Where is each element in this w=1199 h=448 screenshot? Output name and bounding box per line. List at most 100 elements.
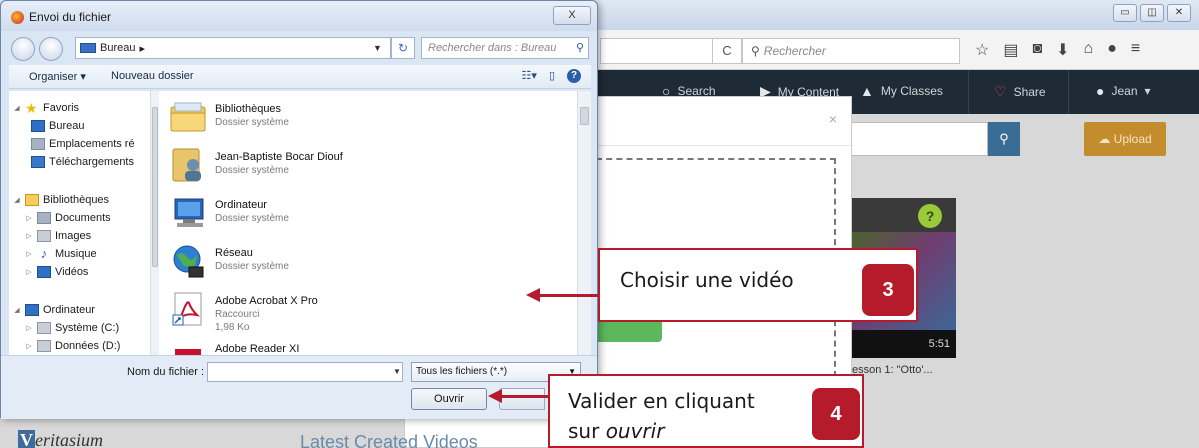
expand-icon[interactable]: ◢ (13, 196, 21, 204)
callout-4-line2-prefix: sur (568, 419, 606, 443)
help-icon[interactable]: ? (567, 69, 581, 83)
close-icon[interactable]: × (829, 111, 837, 127)
tree-item-label: Téléchargements (49, 156, 134, 168)
file-name: Adobe Reader XI (215, 343, 300, 355)
tree-libraries-label: Bibliothèques (43, 194, 110, 206)
nav-my-classes[interactable]: ▲ My Classes (860, 83, 943, 99)
refresh-icon[interactable]: ↻ (391, 37, 415, 59)
home-icon[interactable]: ⌂ (1084, 40, 1094, 60)
chat-icon[interactable]: ● (1107, 40, 1117, 60)
collapse-icon[interactable]: ▷ (25, 324, 33, 332)
tree-computer[interactable]: ◢ Ordinateur (13, 301, 95, 319)
file-item[interactable]: Jean-Baptiste Bocar Diouf Dossier systèm… (159, 141, 577, 189)
expand-icon[interactable]: ◢ (13, 104, 21, 112)
images-icon (37, 230, 51, 242)
dialog-search-placeholder: Rechercher dans : Bureau (428, 42, 557, 54)
tree-item-images[interactable]: ▷ Images (25, 227, 91, 245)
browse-button[interactable] (596, 322, 662, 342)
site-search-input[interactable] (840, 122, 988, 156)
collapse-icon[interactable]: ▷ (25, 232, 33, 240)
tree-item-recent-places[interactable]: Emplacements ré (31, 135, 135, 153)
search-icon: ⚲ (575, 42, 584, 54)
breadcrumb-chevron-icon[interactable]: ▸ (139, 42, 145, 55)
file-item[interactable]: Adobe Reader XI (159, 333, 577, 355)
filetype-value: Tous les fichiers (*.*) (416, 366, 508, 377)
file-size: 1,98 Ko (215, 322, 250, 333)
nav-divider (968, 70, 969, 114)
view-options-icon[interactable]: ☷▾ (522, 69, 537, 83)
pocket-icon[interactable]: ◙ (1032, 40, 1042, 60)
file-name: Jean-Baptiste Bocar Diouf (215, 151, 343, 163)
forward-button[interactable] (39, 37, 63, 61)
minimize-button[interactable]: ▭ (1113, 4, 1137, 22)
close-window-button[interactable]: ✕ (1167, 4, 1191, 22)
step-badge-3: 3 (862, 264, 914, 316)
dialog-close-button[interactable]: X (553, 6, 591, 25)
tree-item-desktop[interactable]: Bureau (31, 117, 84, 135)
tree-item-documents[interactable]: ▷ Documents (25, 209, 111, 227)
reading-list-icon[interactable]: ▤ (1003, 40, 1018, 60)
file-name: Réseau (215, 247, 253, 259)
address-dropdown-icon[interactable]: ▼ (373, 37, 382, 59)
file-item[interactable]: Ordinateur Dossier système (159, 189, 577, 237)
firefox-icon (11, 11, 24, 24)
file-item[interactable]: Réseau Dossier système (159, 237, 577, 285)
dialog-search-input[interactable]: Rechercher dans : Bureau ⚲ (421, 37, 589, 59)
preview-pane-icon[interactable]: ▯ (549, 69, 555, 83)
maximize-button[interactable]: ◫ (1140, 4, 1164, 22)
file-list-scrollbar[interactable] (577, 91, 591, 355)
collapse-icon[interactable]: ▷ (25, 342, 33, 350)
nav-user-menu[interactable]: ● Jean ▾ (1096, 83, 1151, 99)
collapse-icon[interactable]: ▷ (25, 268, 33, 276)
tree-item-label: Bureau (49, 120, 85, 132)
tree-item-music[interactable]: ▷ ♪ Musique (25, 245, 96, 263)
heart-icon: ♡ (994, 83, 1007, 99)
cancel-button[interactable] (499, 388, 545, 410)
address-bar[interactable]: Bureau ▸ (75, 37, 391, 59)
video-title[interactable]: esson 1: "Otto'... (852, 364, 956, 376)
new-folder-button[interactable]: Nouveau dossier (111, 70, 194, 82)
expand-icon[interactable]: ◢ (13, 306, 21, 314)
scrollbar-thumb[interactable] (580, 107, 589, 125)
window-controls: ▭ ◫ ✕ (1113, 4, 1191, 22)
pdf-reader-icon (175, 349, 201, 355)
file-item[interactable]: Bibliothèques Dossier système (159, 93, 577, 141)
tree-item-label: Documents (55, 212, 111, 224)
download-icon[interactable]: ⬇ (1056, 40, 1069, 60)
callout-3-text: Choisir une vidéo (620, 268, 794, 292)
nav-share[interactable]: ♡ Share (994, 83, 1046, 100)
back-button[interactable] (11, 37, 35, 61)
music-icon: ♪ (40, 246, 48, 261)
tree-item-data-drive[interactable]: ▷ Données (D:) (25, 337, 120, 355)
bookmark-star-icon[interactable]: ☆ (975, 40, 989, 60)
browser-search-input[interactable]: ⚲ Rechercher (742, 38, 960, 64)
tree-item-videos[interactable]: ▷ Vidéos (25, 263, 88, 281)
organize-menu[interactable]: Organiser ▾ (29, 70, 86, 83)
callout-validate: Valider en cliquant sur ouvrir 4 (548, 374, 864, 448)
upload-icon: ☁ (1098, 132, 1114, 146)
tree-item-system-drive[interactable]: ▷ Système (C:) (25, 319, 119, 337)
file-item[interactable]: Adobe Acrobat X Pro Raccourci 1,98 Ko (159, 285, 577, 333)
reload-icon[interactable]: C (712, 38, 742, 64)
tree-libraries[interactable]: ◢ Bibliothèques (13, 191, 109, 209)
tree-favorites[interactable]: ◢ ★ Favoris (13, 99, 79, 117)
url-bar[interactable] (600, 38, 712, 64)
open-button[interactable]: Ouvrir (411, 388, 487, 410)
upload-button[interactable]: ☁ Upload (1084, 122, 1166, 156)
file-list: Bibliothèques Dossier système Jean-Bapti… (159, 91, 577, 355)
filename-dropdown-icon[interactable]: ▼ (393, 362, 401, 382)
callout-choose-video: Choisir une vidéo 3 (598, 248, 918, 322)
tree-item-downloads[interactable]: Téléchargements (31, 153, 134, 171)
step-badge-4: 4 (812, 388, 860, 440)
breadcrumb[interactable]: Bureau (100, 42, 135, 54)
collapse-icon[interactable]: ▷ (25, 214, 33, 222)
navigation-pane: ◢ ★ Favoris Bureau Emplacements ré Télécha… (9, 91, 151, 355)
collapse-icon[interactable]: ▷ (25, 250, 33, 258)
navigation-scrollbar[interactable] (151, 91, 159, 355)
menu-icon[interactable]: ≡ (1131, 40, 1140, 60)
site-search-button[interactable]: ⚲ (988, 122, 1020, 156)
nav-my-classes-label: My Classes (880, 84, 943, 98)
filename-input[interactable] (207, 362, 403, 382)
tree-item-label: Vidéos (55, 266, 89, 278)
scrollbar-thumb[interactable] (152, 107, 158, 267)
